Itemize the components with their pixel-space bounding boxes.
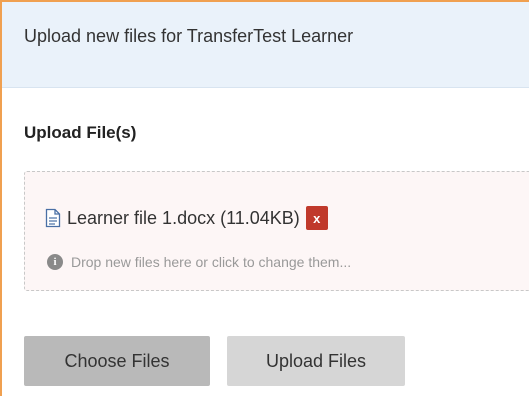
upload-files-button[interactable]: Upload Files bbox=[227, 336, 405, 386]
panel-header: Upload new files for TransferTest Learne… bbox=[2, 2, 529, 88]
panel-title: Upload new files for TransferTest Learne… bbox=[24, 26, 354, 46]
dropzone-hint: i Drop new files here or click to change… bbox=[47, 254, 351, 270]
dropzone-hint-text: Drop new files here or click to change t… bbox=[71, 254, 352, 270]
file-document-icon bbox=[45, 208, 61, 228]
upload-panel: Upload new files for TransferTest Learne… bbox=[0, 0, 529, 396]
file-item: Learner file 1.docx (11.04KB) x bbox=[45, 206, 328, 230]
info-circle-icon: i bbox=[47, 254, 63, 270]
file-name: Learner file 1.docx (11.04KB) bbox=[67, 207, 300, 228]
choose-files-button[interactable]: Choose Files bbox=[24, 336, 210, 386]
file-dropzone[interactable]: Learner file 1.docx (11.04KB) x i Drop n… bbox=[24, 171, 529, 291]
remove-file-button[interactable]: x bbox=[305, 206, 328, 230]
section-title: Upload File(s) bbox=[24, 123, 137, 142]
